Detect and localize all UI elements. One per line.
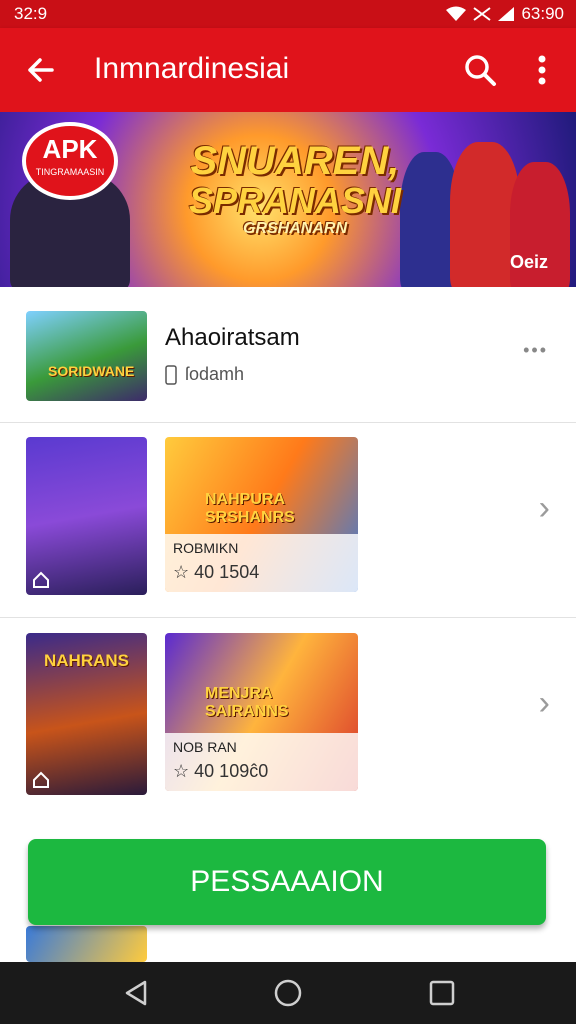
home-icon: [33, 771, 49, 788]
game-card-caption: NOB RAN ☆ 40 109ĉ0: [165, 733, 358, 791]
banner-headline-1: SNUAREN,: [190, 139, 400, 183]
chevron-right-icon[interactable]: ›: [539, 489, 550, 528]
primary-action-button[interactable]: PESSAAAION: [28, 839, 546, 925]
featured-app-thumbnail: SORIDWANE: [26, 311, 147, 401]
featured-app-row[interactable]: SORIDWANE Ahaoiratsam ſodamh •••: [0, 288, 576, 422]
page-title: Inmnardinesiai: [94, 52, 290, 85]
game-card-value: ☆ 40 109ĉ0: [173, 761, 268, 782]
game-card[interactable]: NAHPURA SRSHANRS ROBMIKN ☆ 40 1504: [165, 437, 358, 592]
game-card[interactable]: MENJRA SAIRANNS NOB RAN ☆ 40 109ĉ0: [165, 633, 358, 791]
signal-icon: [498, 7, 515, 21]
banner-headline-3: GRSHANARN: [243, 220, 347, 237]
list-item[interactable]: NAHRANS MENJRA SAIRANNS NOB RAN ☆ 40 109…: [0, 618, 576, 812]
featured-app-name: Ahaoiratsam: [165, 324, 300, 351]
back-button[interactable]: [16, 46, 64, 94]
list-item[interactable]: NAHPURA SRSHANRS ROBMIKN ☆ 40 1504 ›: [0, 423, 576, 617]
game-card-value: ☆ 40 1504: [173, 562, 259, 583]
wifi-icon: [446, 6, 467, 21]
featured-app-sub: ſodamh: [165, 364, 244, 385]
more-horiz-icon[interactable]: •••: [523, 340, 548, 361]
search-icon: [465, 55, 496, 86]
phone-icon: [165, 364, 177, 385]
left-thumb-tag: NAHRANS: [44, 651, 129, 670]
chevron-right-icon[interactable]: ›: [539, 684, 550, 723]
system-nav-bar: [0, 962, 576, 1024]
featured-thumb-tag: SORIDWANE: [48, 363, 135, 379]
status-icons: 63:90: [445, 4, 564, 24]
status-clock: 63:90: [521, 4, 564, 23]
game-card-value-text: 40 109ĉ0: [194, 761, 269, 781]
status-bar: 32:9 63:90: [0, 0, 576, 28]
game-card-value-text: 40 1504: [194, 562, 260, 582]
nav-home-icon[interactable]: [273, 978, 303, 1008]
home-icon: [33, 571, 49, 588]
nav-recents-icon[interactable]: [427, 978, 457, 1008]
no-signal-icon: [473, 7, 492, 21]
search-button[interactable]: [456, 46, 504, 94]
more-vert-icon: [538, 55, 546, 85]
star-icon: ☆: [173, 761, 190, 781]
game-card-label: NOB RAN: [173, 739, 237, 755]
game-card-caption: ROBMIKN ☆ 40 1504: [165, 534, 358, 592]
game-card-label: ROBMIKN: [173, 540, 239, 556]
status-time: 32:9: [14, 4, 48, 23]
overflow-menu-button[interactable]: [518, 46, 566, 94]
list-item-left-thumbnail: [26, 926, 147, 962]
banner-corner-tag: Oeiz: [509, 252, 548, 272]
app-bar: Inmnardinesiai: [0, 28, 576, 112]
star-icon: ☆: [173, 562, 190, 582]
promo-banner[interactable]: APK TINGRAMAASIN SNUAREN, SPRANASNI GRSH…: [0, 112, 576, 287]
apk-badge-label: APK: [42, 134, 98, 164]
banner-headline: SNUAREN, SPRANASNI GRSHANARN: [170, 140, 420, 238]
game-card-title: NAHPURA SRSHANRS: [205, 491, 295, 526]
arrow-back-icon: [28, 58, 54, 82]
list-item-left-thumbnail: NAHRANS: [26, 633, 147, 795]
nav-back-icon[interactable]: [121, 978, 151, 1008]
list-item-left-thumbnail: [26, 437, 147, 595]
banner-headline-2: SPRANASNI: [188, 180, 402, 221]
apk-badge-sub: TINGRAMAASIN: [35, 167, 105, 177]
featured-app-subtext: ſodamh: [185, 364, 245, 384]
game-card-title: MENJRA SAIRANNS: [205, 685, 289, 720]
apk-badge: APK TINGRAMAASIN: [22, 122, 118, 200]
